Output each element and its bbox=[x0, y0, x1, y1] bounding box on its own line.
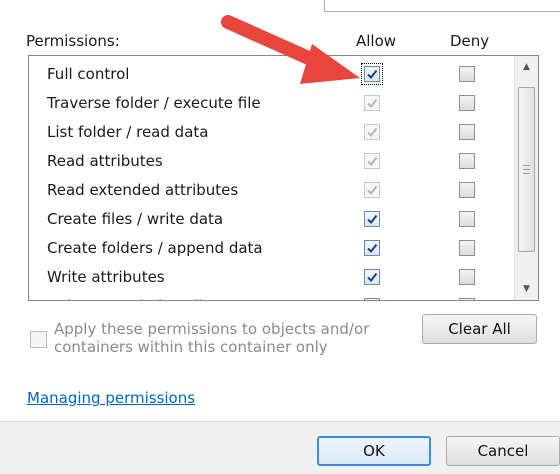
red-arrow-icon bbox=[221, 15, 360, 84]
